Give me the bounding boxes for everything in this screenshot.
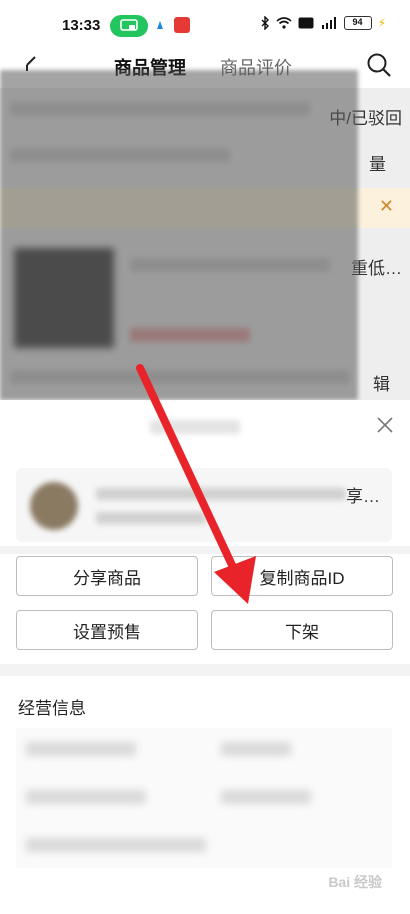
product-title-blurred xyxy=(96,488,346,500)
product-thumbnail xyxy=(30,482,78,530)
product-action-sheet: 享… 分享商品 复制商品ID 设置预售 下架 经营信息 Bai 经验 xyxy=(0,400,410,914)
charging-icon: ⚡ xyxy=(377,16,386,30)
wifi-icon xyxy=(276,17,292,29)
watermark-logo: Bai 经验 xyxy=(328,874,382,890)
product-title-tail: 享… xyxy=(346,487,380,506)
sort-quantity-text: 量 xyxy=(369,155,386,174)
divider xyxy=(0,546,410,554)
copy-product-id-button[interactable]: 复制商品ID xyxy=(211,556,393,596)
edit-button-text: 辑 xyxy=(373,375,390,394)
status-time: 13:33 xyxy=(62,17,101,34)
delist-product-button[interactable]: 下架 xyxy=(211,610,393,650)
app-badge-icon xyxy=(174,17,190,33)
close-icon[interactable]: ✕ xyxy=(379,196,394,217)
hd-icon xyxy=(298,17,314,29)
status-icons: 94 ⚡ xyxy=(260,16,386,30)
blurred-metric xyxy=(26,790,146,804)
blurred-metric xyxy=(221,742,291,756)
sheet-title xyxy=(150,420,240,434)
blurred-metric xyxy=(221,790,311,804)
search-icon[interactable] xyxy=(366,52,392,78)
bluetooth-icon xyxy=(261,16,269,30)
screen-cast-icon[interactable] xyxy=(110,15,148,37)
set-presale-button[interactable]: 设置预售 xyxy=(16,610,198,650)
divider xyxy=(0,664,410,676)
close-icon[interactable] xyxy=(376,416,394,434)
app-notification-icon xyxy=(157,21,163,29)
product-summary-card: 享… xyxy=(16,468,392,542)
modal-backdrop[interactable] xyxy=(0,70,358,400)
business-info-grid xyxy=(16,728,392,868)
business-info-title: 经营信息 xyxy=(18,699,86,718)
status-bar: 13:33 94 ⚡ xyxy=(0,0,410,48)
signal-icon xyxy=(321,17,336,29)
product-title-tail: 重低… xyxy=(351,259,402,278)
product-subtitle-blurred xyxy=(96,512,206,524)
share-product-button[interactable]: 分享商品 xyxy=(16,556,198,596)
battery-icon: 94 xyxy=(343,16,372,30)
blurred-metric xyxy=(26,838,206,852)
blurred-metric xyxy=(26,742,136,756)
